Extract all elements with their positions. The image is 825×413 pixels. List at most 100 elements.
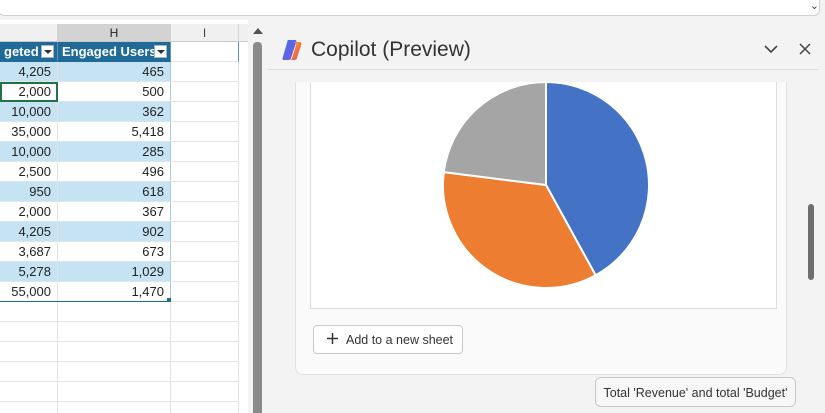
empty-row: [0, 382, 248, 402]
formula-bar[interactable]: [0, 0, 820, 16]
table-cell[interactable]: 1,470: [58, 282, 171, 302]
filter-dropdown-icon[interactable]: [154, 45, 167, 58]
table-cell[interactable]: 362: [58, 102, 171, 122]
table-cell[interactable]: 496: [58, 162, 171, 182]
table-cell[interactable]: 4,205: [0, 62, 58, 82]
table-cell[interactable]: 367: [58, 202, 171, 222]
empty-cell[interactable]: [171, 382, 239, 402]
empty-cell[interactable]: [58, 362, 171, 382]
table-cell[interactable]: 55,000: [0, 282, 58, 302]
empty-cell[interactable]: [58, 402, 171, 413]
empty-cell[interactable]: [0, 362, 58, 382]
table-cell[interactable]: 2,500: [0, 162, 58, 182]
chevron-down-icon[interactable]: [762, 40, 780, 58]
table-cell[interactable]: 10,000: [0, 142, 58, 162]
empty-cell[interactable]: [0, 342, 58, 362]
empty-cell[interactable]: [58, 382, 171, 402]
table-row: 10,000 362: [0, 102, 248, 122]
empty-cell[interactable]: [171, 62, 239, 82]
empty-cell[interactable]: [171, 362, 239, 382]
empty-cell[interactable]: [58, 322, 171, 342]
table-cell[interactable]: 2,000: [0, 82, 58, 102]
plus-icon: [327, 333, 338, 344]
table-header-row: geted Engaged Users: [0, 42, 248, 62]
table-cell[interactable]: 5,278: [0, 262, 58, 282]
empty-cell[interactable]: [171, 342, 239, 362]
table-row: 10,000 285: [0, 142, 248, 162]
formula-bar-strip: ⌄: [0, 0, 825, 20]
table-cell[interactable]: 673: [58, 242, 171, 262]
table-row: 4,205 465: [0, 62, 248, 82]
pie-slice-2: [442, 82, 547, 187]
empty-cell[interactable]: [171, 242, 239, 262]
sheet-scrollbar[interactable]: [248, 20, 268, 413]
scrollbar-thumb[interactable]: [253, 42, 262, 413]
table-cell[interactable]: 950: [0, 182, 58, 202]
copilot-title: Copilot (Preview): [311, 38, 471, 61]
suggestion-chip[interactable]: Total 'Revenue' and total 'Budget': [595, 377, 796, 407]
column-header-i[interactable]: I: [171, 24, 239, 42]
empty-cell[interactable]: [171, 142, 239, 162]
pie-chart: [442, 82, 650, 289]
empty-cell[interactable]: [171, 182, 239, 202]
empty-cell[interactable]: [171, 102, 239, 122]
empty-cell[interactable]: [171, 322, 239, 342]
empty-row: [0, 322, 248, 342]
table-cell[interactable]: 1,029: [58, 262, 171, 282]
table-bottom-border: [0, 301, 171, 302]
empty-cell[interactable]: [171, 222, 239, 242]
header-label: geted: [4, 44, 39, 59]
table-cell[interactable]: 285: [58, 142, 171, 162]
table-row: 5,278 1,029: [0, 262, 248, 282]
empty-cell[interactable]: [0, 302, 58, 322]
chart-area: [310, 82, 777, 309]
empty-row: [0, 302, 248, 322]
column-header-h[interactable]: H: [58, 24, 171, 42]
column-header-g[interactable]: [0, 24, 58, 42]
suggestion-label: Total 'Revenue' and total 'Budget': [603, 386, 788, 400]
table-cell[interactable]: 4,205: [0, 222, 58, 242]
empty-cell[interactable]: [171, 282, 239, 302]
scroll-up-arrow-icon[interactable]: [253, 28, 263, 34]
table-row: 2,000 367: [0, 202, 248, 222]
filter-dropdown-icon[interactable]: [41, 45, 54, 58]
table-cell[interactable]: 465: [58, 62, 171, 82]
close-icon[interactable]: [796, 40, 814, 58]
pane-divider: [268, 69, 819, 70]
column-header-j[interactable]: [239, 24, 248, 42]
add-to-new-sheet-button[interactable]: Add to a new sheet: [313, 325, 463, 354]
table-cell[interactable]: 2,000: [0, 202, 58, 222]
table-cell[interactable]: 618: [58, 182, 171, 202]
table-cell[interactable]: 5,418: [58, 122, 171, 142]
header-label: Engaged Users: [62, 44, 157, 59]
empty-row: [0, 362, 248, 382]
empty-cell[interactable]: [58, 302, 171, 322]
table-resize-handle[interactable]: [167, 298, 171, 302]
table-header-cell[interactable]: geted: [0, 42, 58, 62]
empty-cell[interactable]: [171, 402, 239, 413]
empty-row: [0, 402, 248, 413]
empty-cell[interactable]: [171, 302, 239, 322]
empty-cell[interactable]: [0, 382, 58, 402]
empty-cell[interactable]: [58, 342, 171, 362]
empty-cell[interactable]: [0, 322, 58, 342]
empty-cell[interactable]: [171, 202, 239, 222]
empty-cell[interactable]: [0, 402, 58, 413]
empty-cell[interactable]: [171, 262, 239, 282]
spreadsheet-grid[interactable]: H I geted Engaged Users 4,205 465 2,000 500…: [0, 24, 248, 413]
table-cell[interactable]: 10,000: [0, 102, 58, 122]
pane-scrollbar-thumb[interactable]: [808, 204, 814, 280]
empty-row: [0, 342, 248, 362]
empty-cell[interactable]: [171, 42, 239, 62]
table-row: 2,500 496: [0, 162, 248, 182]
empty-cell[interactable]: [171, 162, 239, 182]
table-cell[interactable]: 500: [58, 82, 171, 102]
empty-cell[interactable]: [171, 82, 239, 102]
table-header-cell[interactable]: Engaged Users: [58, 42, 171, 62]
chevron-down-icon[interactable]: ⌄: [810, 0, 819, 12]
table-row: 55,000 1,470: [0, 282, 248, 302]
empty-cell[interactable]: [171, 122, 239, 142]
table-cell[interactable]: 902: [58, 222, 171, 242]
table-cell[interactable]: 3,687: [0, 242, 58, 262]
table-cell[interactable]: 35,000: [0, 122, 58, 142]
